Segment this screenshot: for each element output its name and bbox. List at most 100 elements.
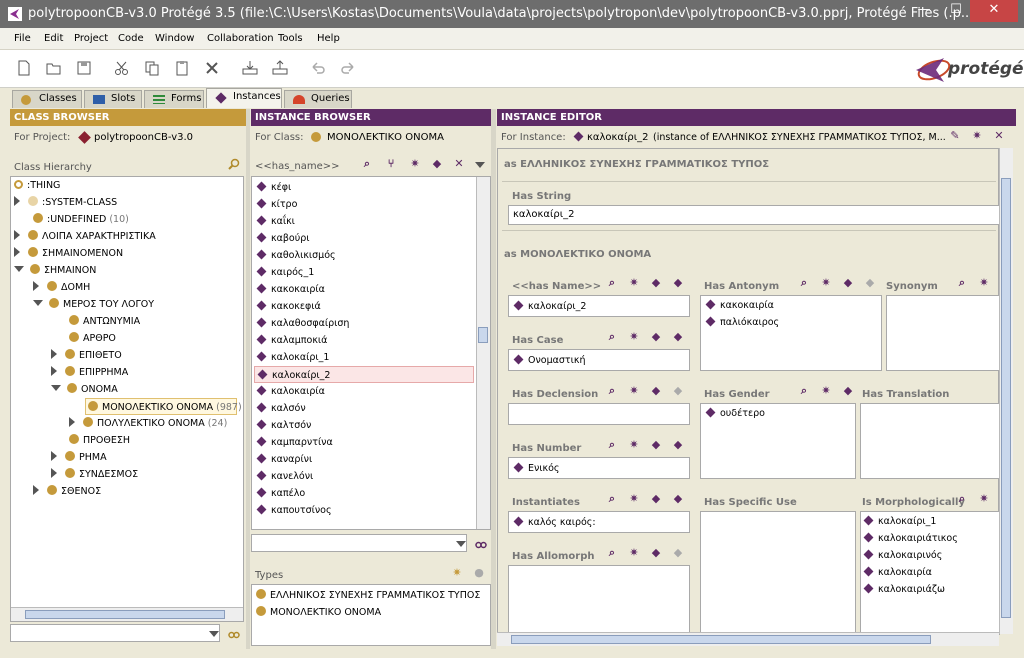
dropdown-icon[interactable] xyxy=(209,631,219,637)
search-instance-icon[interactable]: ⌕ xyxy=(361,158,373,170)
scroll-thumb[interactable] xyxy=(25,610,225,619)
search-icon[interactable]: ⌕ xyxy=(606,439,618,451)
create-icon[interactable]: ✷ xyxy=(628,277,640,289)
add-icon[interactable]: ◆ xyxy=(650,547,662,559)
remove-icon[interactable]: ◆ xyxy=(672,385,684,397)
tree-node-multi-word-noun[interactable]: ΠΟΛΥΛΕΚΤΙΚΟ ΟΝΟΜΑ (24) xyxy=(69,415,227,432)
instance-list-item[interactable]: καλαμποκιά xyxy=(254,332,474,349)
tree-node-conjunction[interactable]: ΣΥΝΔΕΣΜΟΣ xyxy=(51,466,138,483)
has-number-field[interactable]: Ενικός xyxy=(508,457,690,479)
minimize-button[interactable]: — xyxy=(910,0,938,22)
tree-node-article[interactable]: ΑΡΘΡΟ xyxy=(69,330,116,347)
customize-icon[interactable]: ✷ xyxy=(971,130,983,142)
tree-node-part-of-speech[interactable]: ΜΕΡΟΣ ΤΟΥ ΛΟΓΟΥ xyxy=(33,296,154,313)
has-name-field[interactable]: καλοκαίρι_2 xyxy=(508,295,690,317)
instance-list-item[interactable]: καλαθοσφαίριση xyxy=(254,315,474,332)
menu-code[interactable]: Code xyxy=(118,33,144,44)
search-icon[interactable]: ⌕ xyxy=(956,277,968,289)
add-icon[interactable]: ◆ xyxy=(650,277,662,289)
expand-icon[interactable] xyxy=(14,247,20,257)
menu-project[interactable]: Project xyxy=(74,33,108,44)
tree-node-verb[interactable]: ΡΗΜΑ xyxy=(51,449,107,466)
expand-icon[interactable] xyxy=(51,451,57,461)
collapse-icon[interactable] xyxy=(33,300,43,306)
edit-instance-icon[interactable]: ✎ xyxy=(949,130,961,142)
expand-icon[interactable] xyxy=(14,230,20,240)
tab-queries[interactable]: Queries xyxy=(284,90,352,108)
tree-node-undefined[interactable]: :UNDEFINED (10) xyxy=(33,211,129,228)
instance-list-item[interactable]: καλτσόν xyxy=(254,417,474,434)
search-icon[interactable]: ⌕ xyxy=(606,493,618,505)
instance-list-item[interactable]: κέφι xyxy=(254,179,474,196)
instance-list-item[interactable]: καθολικισμός xyxy=(254,247,474,264)
redo-icon[interactable] xyxy=(340,60,356,76)
tree-node-pronoun[interactable]: ΑΝΤΩΝΥΜΙΑ xyxy=(69,313,140,330)
menu-help[interactable]: Help xyxy=(317,33,340,44)
instance-list-item[interactable]: καλοκαιρία xyxy=(254,383,474,400)
instance-list-item[interactable]: καλσόν xyxy=(254,400,474,417)
instance-list-item[interactable]: κακοκαιρία xyxy=(254,281,474,298)
add-type-icon[interactable]: ✷ xyxy=(451,567,463,579)
save-icon[interactable] xyxy=(76,60,92,76)
instance-list-item[interactable]: καιρός_1 xyxy=(254,264,474,281)
instance-list-item[interactable]: καπέλο xyxy=(254,485,474,502)
expand-icon[interactable] xyxy=(69,417,75,427)
tree-node-structure[interactable]: ΔΟΜΗ xyxy=(33,279,90,296)
maximize-button[interactable]: ☐ xyxy=(942,0,970,22)
add-icon[interactable]: ◆ xyxy=(650,331,662,343)
has-gender-list[interactable]: ουδέτερο xyxy=(700,403,856,479)
has-translation-list[interactable] xyxy=(860,403,1000,479)
new-file-icon[interactable] xyxy=(16,60,32,76)
create-icon[interactable]: ✷ xyxy=(820,277,832,289)
import-icon[interactable] xyxy=(242,60,258,76)
editor-vscrollbar[interactable] xyxy=(999,148,1013,634)
search-icon[interactable]: ⌕ xyxy=(606,277,618,289)
expand-icon[interactable] xyxy=(51,366,57,376)
scroll-thumb[interactable] xyxy=(1001,178,1011,618)
splitter[interactable] xyxy=(491,109,496,649)
has-specific-use-list[interactable] xyxy=(700,511,856,635)
create-icon[interactable]: ✷ xyxy=(628,331,640,343)
delete-instance-icon[interactable]: ✕ xyxy=(453,158,465,170)
types-list[interactable]: ΕΛΛΗΝΙΚΟΣ ΣΥΝΕΧΗΣ ΓΡΑΜΜΑΤΙΚΟΣ ΤΥΠΟΣ ΜΟΝΟ… xyxy=(251,584,491,646)
menu-dropdown-icon[interactable] xyxy=(475,162,485,168)
expand-icon[interactable] xyxy=(51,468,57,478)
search-icon[interactable]: ⌕ xyxy=(606,331,618,343)
tab-forms[interactable]: Forms xyxy=(144,90,204,108)
cut-icon[interactable] xyxy=(114,60,130,76)
search-icon[interactable]: ⌕ xyxy=(798,277,810,289)
tree-node-valency[interactable]: ΣΘΕΝΟΣ xyxy=(33,483,101,500)
instance-list-item[interactable]: καναρίνι xyxy=(254,451,474,468)
tree-node-preposition[interactable]: ΠΡΟΘΕΣΗ xyxy=(69,432,130,449)
has-case-field[interactable]: Ονομαστική xyxy=(508,349,690,371)
menu-window[interactable]: Window xyxy=(155,33,194,44)
create-icon[interactable]: ✷ xyxy=(628,385,640,397)
collapse-icon[interactable] xyxy=(51,385,61,391)
expand-icon[interactable] xyxy=(14,196,20,206)
expand-icon[interactable] xyxy=(51,349,57,359)
remove-icon[interactable]: ◆ xyxy=(864,277,876,289)
instantiates-field[interactable]: καλός καιρός: xyxy=(508,511,690,533)
instance-list[interactable]: κέφι κίτρο καΐκι καβούρι καθολικισμός καιρός_… xyxy=(251,176,491,530)
export-icon[interactable] xyxy=(272,60,288,76)
delete-icon[interactable] xyxy=(204,60,220,76)
remove-icon[interactable]: ◆ xyxy=(672,439,684,451)
has-antonym-list[interactable]: κακοκαιρία παλιόκαιρος xyxy=(700,295,882,371)
create-icon[interactable]: ✷ xyxy=(628,439,640,451)
create-instance-icon[interactable]: ✷ xyxy=(409,158,421,170)
instance-list-item[interactable]: καΐκι xyxy=(254,213,474,230)
remove-icon[interactable]: ◆ xyxy=(672,547,684,559)
search-icon[interactable]: ⌕ xyxy=(798,385,810,397)
paste-icon[interactable] xyxy=(174,60,190,76)
search-icon[interactable]: ⌕ xyxy=(956,493,968,505)
create-icon[interactable]: ✷ xyxy=(628,547,640,559)
scroll-thumb[interactable] xyxy=(478,327,488,343)
tree-node-signified[interactable]: ΣΗΜΑΙΝΟΜΕΝΟΝ xyxy=(14,245,123,262)
find-icon[interactable] xyxy=(475,538,487,550)
copy-instance-icon[interactable]: ◆ xyxy=(431,158,443,170)
menu-file[interactable]: File xyxy=(14,33,31,44)
has-string-field[interactable]: καλοκαίρι_2 xyxy=(508,205,1000,225)
expand-icon[interactable] xyxy=(33,281,39,291)
tab-slots[interactable]: Slots xyxy=(84,90,142,108)
instance-list-item[interactable]: καλοκαίρι_2 xyxy=(254,366,474,383)
